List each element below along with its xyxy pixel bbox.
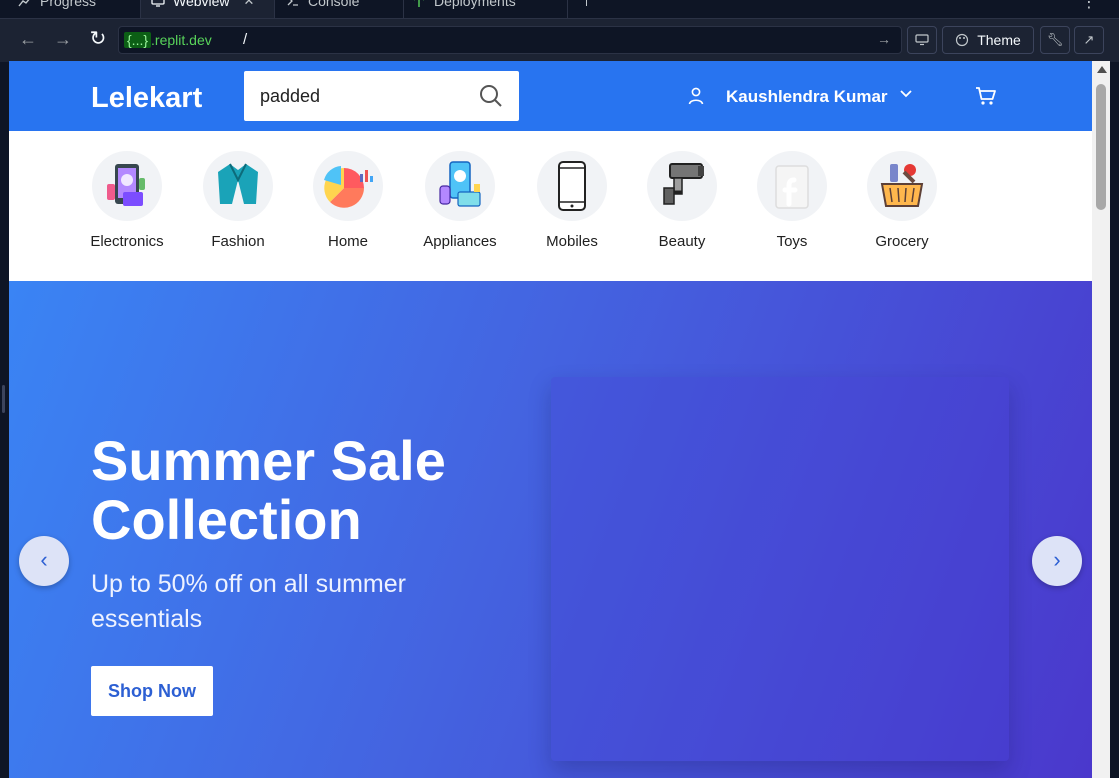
category-appliances[interactable]: Appliances: [405, 151, 515, 250]
category-grocery[interactable]: Grocery: [847, 151, 957, 250]
pane-resize-handle[interactable]: [2, 385, 5, 413]
devtools-button[interactable]: 🔧︎: [1040, 26, 1070, 54]
url-host-braces: {...}: [124, 32, 152, 48]
tab-deployments[interactable]: Deployments: [412, 0, 516, 18]
close-icon[interactable]: ✕: [244, 0, 255, 8]
tab-label: Deployments: [434, 0, 516, 9]
url-input[interactable]: {...} .replit.dev / →: [118, 26, 902, 54]
url-path: /: [243, 31, 248, 48]
category-label: Grocery: [875, 233, 929, 250]
url-host: {...} .replit.dev: [122, 30, 214, 50]
tab-label: Webview: [173, 0, 230, 9]
category-label: Beauty: [658, 233, 706, 250]
electronics-icon: [107, 164, 145, 206]
monitor-icon: [915, 34, 929, 46]
carousel-next-button[interactable]: ›: [1032, 536, 1082, 586]
shop-now-button[interactable]: Shop Now: [91, 666, 213, 716]
wrench-icon: 🔧︎: [1046, 32, 1064, 47]
category-toys[interactable]: Toys: [737, 151, 847, 250]
chevron-left-icon: ‹: [40, 547, 48, 572]
beauty-icon: [663, 163, 704, 205]
category-fashion[interactable]: Fashion: [183, 151, 293, 250]
tab-label: Progress: [40, 0, 97, 9]
category-label: Toys: [776, 233, 808, 250]
category-mobiles[interactable]: Mobiles: [517, 151, 627, 250]
tab-label: Console: [308, 0, 360, 9]
scroll-thumb[interactable]: [1096, 84, 1106, 210]
cart-icon[interactable]: [975, 86, 997, 106]
webview-viewport: Lelekart padded Kaushlendra Kumar Electr…: [9, 61, 1092, 778]
tab-divider: [403, 0, 404, 18]
url-host-suffix: .replit.dev: [151, 32, 212, 48]
hero-title: Summer Sale Collection: [91, 429, 446, 551]
deployments-icon: [414, 0, 424, 7]
category-label: Mobiles: [546, 233, 598, 250]
carousel-prev-button[interactable]: ‹: [19, 536, 69, 586]
user-icon[interactable]: [687, 87, 705, 105]
theme-button[interactable]: Theme: [942, 26, 1034, 54]
category-home[interactable]: Home: [293, 151, 403, 250]
hero-subtitle: Up to 50% off on all summer essentials: [91, 570, 406, 633]
category-image: [92, 151, 162, 221]
category-beauty[interactable]: Beauty: [627, 151, 737, 250]
theme-label: Theme: [977, 32, 1021, 48]
search-input[interactable]: padded: [260, 86, 320, 107]
palette-icon: [956, 33, 969, 47]
hero-image-placeholder: [551, 377, 1009, 761]
grocery-basket-icon: [880, 164, 924, 207]
site-header: Lelekart padded Kaushlendra Kumar: [9, 61, 1092, 131]
category-electronics[interactable]: Electronics: [72, 151, 182, 250]
appliances-icon: [439, 161, 481, 207]
tab-progress[interactable]: Progress: [18, 0, 96, 18]
category-label: Electronics: [90, 233, 164, 250]
category-image: [203, 151, 273, 221]
go-arrow-icon[interactable]: →: [877, 31, 891, 47]
back-arrow-icon[interactable]: ←: [16, 27, 40, 51]
reload-icon[interactable]: ↻: [86, 27, 110, 51]
category-label: Home: [327, 233, 368, 250]
category-bar: Electronics Fashion Home Appliances Mobi…: [9, 131, 1092, 281]
ide-tab-bar: Progress Webview ✕ Console Deployments ⋮: [0, 0, 1119, 18]
monitor-icon: [151, 0, 165, 7]
pie-chart-icon: [324, 166, 373, 208]
category-image: [867, 151, 937, 221]
external-link-icon: ↗: [1083, 32, 1095, 47]
hero-carousel: Summer Sale Collection Up to 50% off on …: [9, 281, 1092, 778]
more-options-icon[interactable]: ⋮: [1081, 0, 1097, 12]
chevron-down-icon[interactable]: [899, 89, 913, 99]
terminal-icon: [287, 0, 298, 6]
category-label: Fashion: [211, 233, 265, 250]
category-image: [647, 151, 717, 221]
site-logo[interactable]: Lelekart: [91, 81, 202, 115]
chevron-right-icon: ›: [1053, 547, 1061, 572]
device-preview-button[interactable]: [907, 26, 937, 54]
forward-arrow-icon[interactable]: →: [51, 27, 75, 51]
category-image: [537, 151, 607, 221]
category-image: [425, 151, 495, 221]
search-icon[interactable]: [479, 84, 503, 108]
toys-icon: [775, 165, 809, 209]
tab-webview[interactable]: Webview ✕: [140, 0, 275, 18]
jacket-icon: [218, 163, 258, 204]
open-new-tab-button[interactable]: ↗: [1074, 26, 1104, 54]
page-scrollbar[interactable]: [1092, 61, 1110, 778]
smartphone-icon: [558, 161, 586, 211]
search-box[interactable]: padded: [244, 71, 519, 121]
tab-divider: [567, 0, 568, 18]
scroll-up-arrow-icon[interactable]: [1097, 66, 1107, 73]
category-image: [313, 151, 383, 221]
tab-console[interactable]: Console: [286, 0, 359, 18]
user-name[interactable]: Kaushlendra Kumar: [726, 87, 888, 107]
progress-icon: [18, 0, 30, 7]
category-label: Appliances: [423, 233, 497, 250]
webview-url-bar: ← → ↻ {...} .replit.dev / → Theme 🔧︎ ↗: [0, 18, 1119, 62]
add-tab-icon[interactable]: [586, 0, 587, 6]
category-image: [757, 151, 827, 221]
